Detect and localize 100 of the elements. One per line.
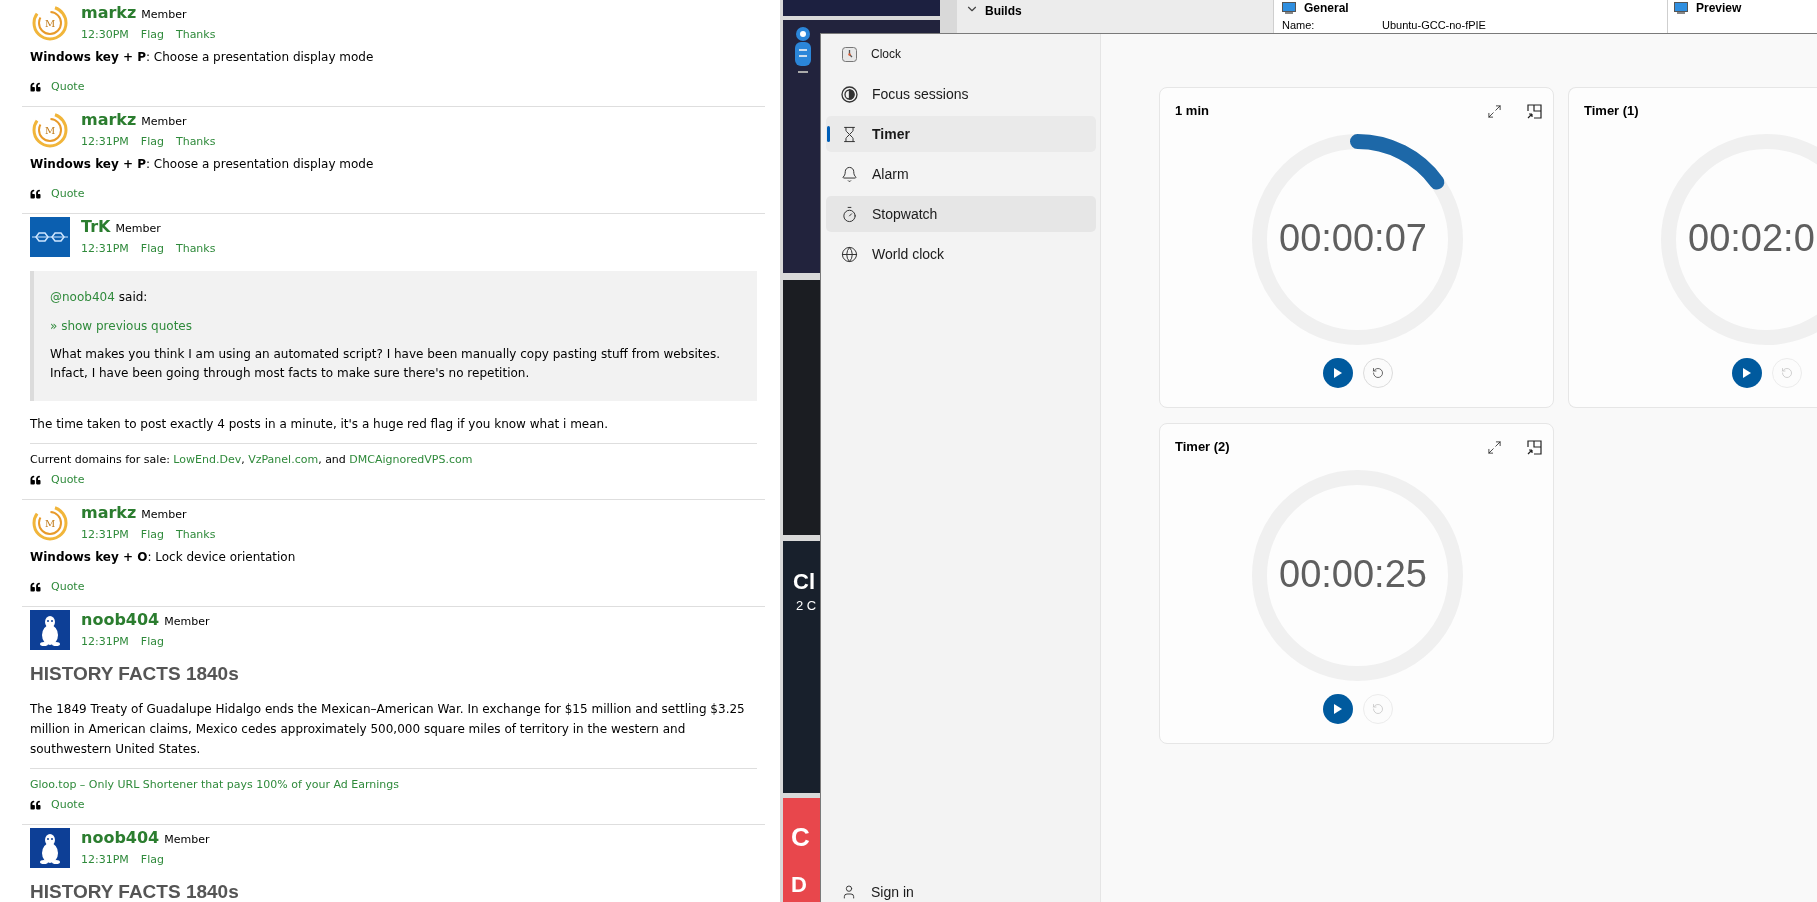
avatar-logo: M — [30, 503, 70, 543]
focus-icon — [841, 85, 858, 103]
username-link[interactable]: noob404 — [81, 610, 160, 630]
stopwatch-icon — [841, 205, 858, 223]
compact-overlay-icon — [1526, 103, 1542, 119]
promo-text: Cl — [793, 569, 815, 595]
clock-app-icon — [842, 46, 857, 62]
role-label: Member — [164, 832, 210, 848]
quote-icon — [30, 189, 41, 199]
post-time: 12:31PM — [81, 240, 129, 257]
role-label: Member — [141, 7, 187, 23]
username-link[interactable]: markz — [81, 3, 137, 23]
reset-icon — [1780, 367, 1793, 379]
panel-header: Builds — [985, 3, 1022, 20]
mention-link[interactable]: @noob404 — [50, 287, 115, 307]
play-button[interactable] — [1322, 358, 1353, 388]
quote-icon — [30, 582, 41, 592]
reset-button[interactable] — [1362, 358, 1393, 388]
post-action-link[interactable]: Thanks — [175, 132, 216, 151]
sign-in-button[interactable]: Sign in — [826, 878, 914, 902]
role-label: Member — [164, 614, 210, 630]
post-time: 12:31PM — [81, 633, 129, 650]
post-action-link[interactable]: Flag — [140, 132, 164, 151]
post-text: Windows key + P: Choose a presentation display mode — [30, 156, 375, 173]
nav-item[interactable]: Stopwatch — [826, 196, 1096, 232]
play-button[interactable] — [1322, 694, 1353, 724]
post-text: Windows key + O: Lock device orientation — [30, 549, 297, 566]
role-label: Member — [141, 507, 187, 523]
post-action-link[interactable]: Flag — [140, 525, 164, 544]
quote-text: What makes you think I am using an automated script? I have been manually copy pasting stuff from websites. Infact, I have been going through most facts to make sure there's no repetition. — [50, 346, 721, 382]
avatar-glasses-icon — [30, 217, 70, 257]
signature-link[interactable]: Gloo.top – Only URL Shortener that pays 100% of your Ad Earnings — [30, 778, 400, 791]
post-time: 12:31PM — [81, 133, 129, 150]
post-time: 12:31PM — [81, 526, 129, 543]
hourglass-icon — [841, 125, 858, 143]
username-link[interactable]: markz — [81, 503, 137, 523]
play-button[interactable] — [1731, 358, 1762, 388]
timer-time: 00:00:07 — [1279, 216, 1427, 261]
avatar-logo: M — [30, 110, 70, 150]
quote-link[interactable]: Quote — [51, 471, 85, 489]
quote-link[interactable]: Quote — [51, 78, 85, 96]
nav-item[interactable]: Timer — [826, 116, 1096, 152]
said-label: said: — [118, 289, 148, 306]
avatar-penguin-icon — [30, 828, 70, 868]
timer-time: 00:00:25 — [1279, 552, 1427, 597]
quote-icon — [30, 475, 41, 485]
signature-link[interactable]: LowEnd.Dev — [173, 453, 242, 466]
timer-title: Timer (2) — [1175, 438, 1230, 457]
show-quotes-link[interactable]: » show previous quotes — [50, 316, 192, 336]
post-action-link[interactable]: Flag — [140, 850, 164, 869]
timer-title: Timer (1) — [1584, 102, 1639, 121]
post-text: The time taken to post exactly 4 posts in a minute, it's a huge red flag if you know what i mean. — [30, 416, 609, 433]
promo-text: C — [791, 822, 810, 852]
play-icon — [1741, 367, 1752, 379]
post-action-link[interactable]: Thanks — [175, 239, 216, 258]
post-text: Windows key + P: Choose a presentation display mode — [30, 49, 375, 66]
globe-icon — [841, 245, 858, 263]
signature-text: Current domains for sale: LowEnd.Dev, VzPanel.com, and DMCAignoredVPS.com — [30, 452, 474, 468]
post-time: 12:31PM — [81, 851, 129, 868]
post-action-link[interactable]: Flag — [140, 25, 164, 44]
timer-time: 00:02:0 — [1688, 216, 1815, 261]
quote-icon — [30, 82, 41, 92]
post-action-link[interactable]: Flag — [140, 239, 164, 258]
expand-icon — [1486, 439, 1502, 455]
quote-link[interactable]: Quote — [51, 185, 85, 203]
post-action-link[interactable]: Flag — [140, 632, 164, 651]
promo-text: 2 C — [796, 597, 817, 615]
field-value: Ubuntu-GCC-no-fPIE — [1382, 18, 1486, 33]
compact-overlay-icon — [1526, 439, 1542, 455]
reset-icon — [1371, 703, 1384, 715]
timer-title: 1 min — [1175, 102, 1209, 121]
username-link[interactable]: markz — [81, 110, 137, 130]
username-link[interactable]: noob404 — [81, 828, 160, 848]
play-icon — [1332, 367, 1343, 379]
username-link[interactable]: TrK — [81, 217, 111, 237]
signature-link[interactable]: DMCAignoredVPS.com — [349, 453, 473, 466]
role-label: Member — [115, 221, 161, 237]
post-time: 12:30PM — [81, 26, 129, 43]
reset-icon — [1371, 367, 1384, 379]
quote-link[interactable]: Quote — [51, 578, 85, 596]
promo-text: D — [791, 872, 807, 898]
field-label: Name: — [1282, 18, 1316, 33]
post-text: The 1849 Treaty of Guadalupe Hidalgo ends the Mexican–American War. In exchange for $15 million and settling $3.25 million in American claims, Mexico cedes approximately 500,000 square miles of territory in the western and southwestern United States. — [30, 701, 746, 758]
robot-icon — [793, 26, 813, 76]
play-icon — [1332, 703, 1343, 715]
app-title: Clock — [871, 46, 901, 63]
avatar-logo: M — [30, 3, 70, 43]
expand-icon — [1486, 103, 1502, 119]
bell-icon — [841, 165, 858, 183]
quote-link[interactable]: Quote — [51, 796, 85, 814]
monitor-icon — [1282, 2, 1296, 14]
post-action-link[interactable]: Thanks — [175, 525, 216, 544]
quote-icon — [30, 800, 41, 810]
post-action-link[interactable]: Thanks — [175, 25, 216, 44]
avatar-penguin-icon — [30, 610, 70, 650]
panel-title: General — [1304, 0, 1349, 17]
post-heading: HISTORY FACTS 1840s — [30, 662, 240, 686]
post-heading: HISTORY FACTS 1840s — [30, 880, 240, 902]
panel-title: Preview — [1696, 0, 1742, 17]
user-icon — [841, 884, 857, 900]
